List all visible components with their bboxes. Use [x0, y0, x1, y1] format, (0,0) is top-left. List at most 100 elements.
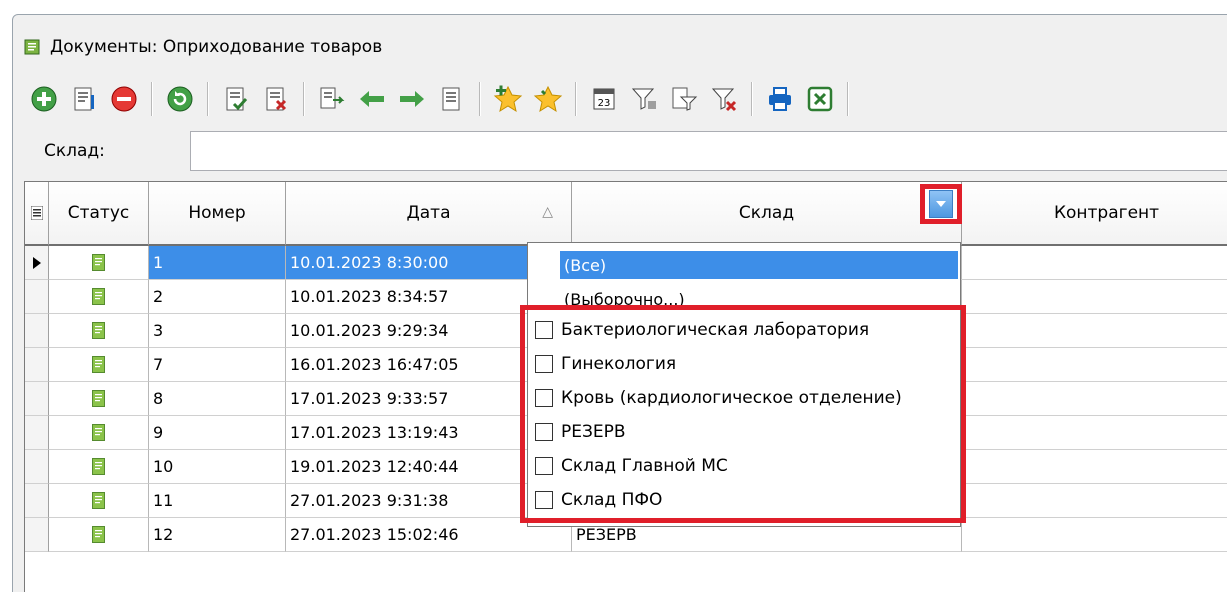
row-indicator[interactable] [25, 416, 49, 450]
column-header-date[interactable]: Дата △ [286, 182, 572, 246]
filter-edit-icon [672, 87, 698, 111]
refresh-button[interactable] [163, 82, 197, 116]
copy-icon [442, 87, 460, 111]
arrow-left-icon [360, 91, 384, 107]
column-header-number[interactable]: Номер [149, 182, 286, 246]
status-cell[interactable] [49, 246, 149, 280]
row-indicator[interactable] [25, 484, 49, 518]
app-icon [24, 39, 40, 55]
filter-clear-button[interactable] [707, 82, 741, 116]
filter-edit-button[interactable] [667, 82, 701, 116]
column-header-sklad[interactable]: Склад [572, 182, 962, 246]
document-status-icon [92, 526, 105, 543]
edit-button[interactable] [67, 82, 101, 116]
status-cell[interactable] [49, 314, 149, 348]
row-indicator[interactable] [25, 246, 49, 280]
toolbar-separator [479, 82, 481, 116]
sklad-filter-input[interactable] [190, 131, 1227, 171]
column-chooser-icon [30, 206, 43, 220]
calendar-button[interactable]: 23 [587, 82, 621, 116]
column-header-kontragent[interactable]: Контрагент [962, 182, 1227, 246]
dropdown-arrow-icon [929, 190, 953, 218]
number-cell[interactable]: 1 [149, 246, 286, 280]
print-button[interactable] [763, 82, 797, 116]
row-indicator[interactable] [25, 280, 49, 314]
star-icon [533, 85, 563, 113]
toolbar-separator [575, 82, 577, 116]
favorite-button[interactable] [531, 82, 565, 116]
number-cell[interactable]: 12 [149, 518, 286, 552]
edit-icon [74, 87, 94, 111]
unapprove-button[interactable] [259, 82, 293, 116]
kontragent-cell[interactable] [962, 450, 1227, 484]
row-indicator[interactable] [25, 314, 49, 348]
row-indicator[interactable] [25, 348, 49, 382]
star-add-icon [493, 85, 523, 113]
title-bar: Документы: Оприходование товаров [24, 30, 382, 64]
next-button[interactable] [395, 82, 429, 116]
document-status-icon [92, 390, 105, 407]
row-indicator[interactable] [25, 450, 49, 484]
row-indicator[interactable] [25, 382, 49, 416]
prev-button[interactable] [355, 82, 389, 116]
number-cell[interactable]: 10 [149, 450, 286, 484]
kontragent-cell[interactable] [962, 518, 1227, 552]
number-cell[interactable]: 11 [149, 484, 286, 518]
number-cell[interactable]: 9 [149, 416, 286, 450]
column-chooser-button[interactable] [25, 182, 49, 246]
arrow-right-icon [400, 91, 424, 107]
calendar-icon: 23 [593, 88, 615, 110]
toolbar-separator [847, 82, 849, 116]
approve-icon [226, 87, 248, 111]
status-cell[interactable] [49, 484, 149, 518]
copy-button[interactable] [435, 82, 469, 116]
sort-ascending-icon: △ [542, 204, 553, 220]
window: Документы: Оприходование товаров 23 Скла… [0, 0, 1227, 592]
sklad-column-filter-button[interactable] [920, 184, 962, 224]
number-cell[interactable]: 7 [149, 348, 286, 382]
move-icon [320, 87, 345, 109]
excel-button[interactable] [803, 82, 837, 116]
toolbar-separator [207, 82, 209, 116]
print-icon [769, 87, 791, 111]
filter-option-all[interactable]: (Все) [560, 251, 958, 279]
number-cell[interactable]: 8 [149, 382, 286, 416]
status-cell[interactable] [49, 382, 149, 416]
current-row-icon [32, 256, 41, 269]
kontragent-cell[interactable] [962, 314, 1227, 348]
sklad-filter-label: Склад: [44, 141, 105, 161]
add-icon [31, 86, 57, 112]
kontragent-cell[interactable] [962, 416, 1227, 450]
status-cell[interactable] [49, 518, 149, 552]
filter-button[interactable] [627, 82, 661, 116]
status-cell[interactable] [49, 280, 149, 314]
approve-button[interactable] [219, 82, 253, 116]
kontragent-cell[interactable] [962, 382, 1227, 416]
toolbar-separator [303, 82, 305, 116]
number-cell[interactable]: 3 [149, 314, 286, 348]
add-button[interactable] [27, 82, 61, 116]
status-cell[interactable] [49, 450, 149, 484]
row-indicator[interactable] [25, 518, 49, 552]
document-status-icon [92, 254, 105, 271]
number-cell[interactable]: 2 [149, 280, 286, 314]
document-status-icon [92, 492, 105, 509]
kontragent-cell[interactable] [962, 348, 1227, 382]
move-button[interactable] [315, 82, 349, 116]
status-cell[interactable] [49, 348, 149, 382]
add-favorite-button[interactable] [491, 82, 525, 116]
filter-clear-icon [711, 88, 737, 112]
highlight-frame [520, 305, 966, 523]
kontragent-cell[interactable] [962, 280, 1227, 314]
filter-icon [631, 88, 656, 110]
delete-button[interactable] [107, 82, 141, 116]
status-cell[interactable] [49, 416, 149, 450]
document-status-icon [92, 322, 105, 339]
refresh-icon [167, 86, 193, 112]
column-header-status[interactable]: Статус [49, 182, 149, 246]
kontragent-cell[interactable] [962, 484, 1227, 518]
unapprove-icon [266, 87, 287, 111]
toolbar: 23 [24, 76, 1227, 122]
document-status-icon [92, 288, 105, 305]
kontragent-cell[interactable] [962, 246, 1227, 280]
